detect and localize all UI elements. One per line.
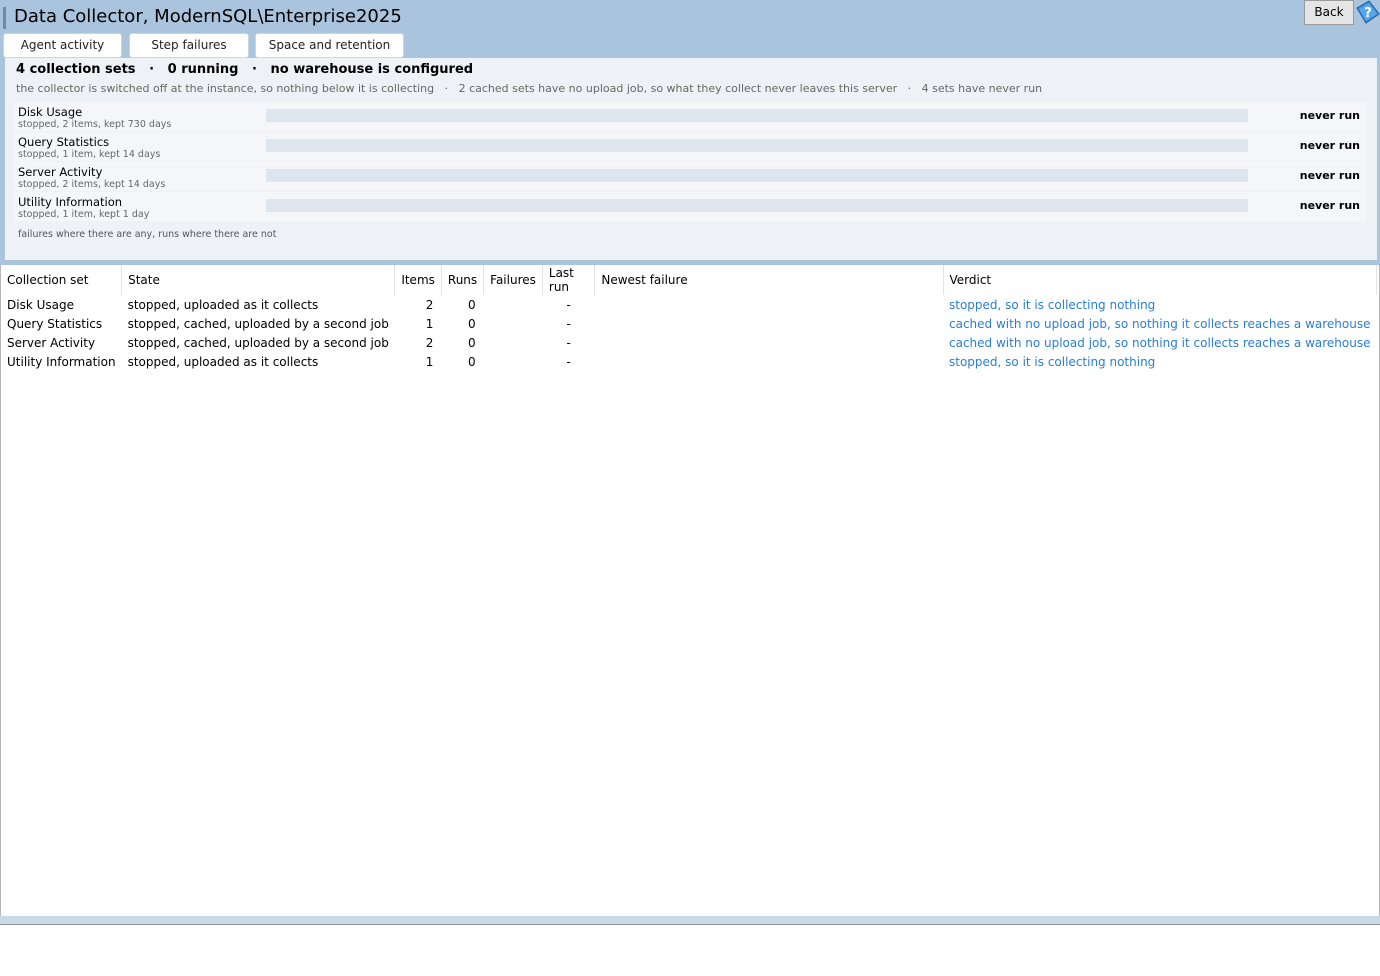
table-row[interactable]: Query Statistics stopped, cached, upload… xyxy=(1,314,1377,333)
set-row: Disk Usage stopped, 2 items, kept 730 da… xyxy=(14,102,1366,131)
set-row: Server Activity stopped, 2 items, kept 1… xyxy=(14,162,1366,191)
summary-headline: 4 collection sets · 0 running · no wareh… xyxy=(16,62,474,77)
set-meta: stopped, 1 item, kept 1 day xyxy=(18,209,150,220)
tab-agent-activity[interactable]: Agent activity xyxy=(3,33,122,58)
set-meta: stopped, 2 items, kept 730 days xyxy=(18,119,172,130)
column-header-newest-failure[interactable]: Newest failure xyxy=(594,265,944,295)
cell-failures xyxy=(484,295,543,314)
cell-newest-failure xyxy=(595,295,943,314)
table-row[interactable]: Utility Information stopped, uploaded as… xyxy=(1,352,1377,371)
activity-bar xyxy=(266,169,1248,182)
set-name: Utility Information xyxy=(18,195,123,209)
column-header-last-run[interactable]: Last run xyxy=(542,265,596,295)
title-accent xyxy=(3,7,6,29)
collection-grid: Collection set State Items Runs Failures… xyxy=(0,265,1380,916)
cell-set: Disk Usage xyxy=(7,297,74,312)
set-name: Server Activity xyxy=(18,165,103,179)
set-name: Query Statistics xyxy=(18,135,110,149)
cell-failures xyxy=(484,352,543,371)
activity-bar xyxy=(266,109,1248,122)
set-row: Utility Information stopped, 1 item, kep… xyxy=(14,192,1366,221)
cell-state: stopped, uploaded as it collects xyxy=(127,354,319,369)
column-header-items[interactable]: Items xyxy=(394,265,442,295)
cell-state: stopped, cached, uploaded by a second jo… xyxy=(127,316,389,331)
summary-subline: the collector is switched off at the ins… xyxy=(16,82,1043,95)
svg-text:?: ? xyxy=(1364,6,1372,21)
header: Data Collector, ModernSQL\Enterprise2025… xyxy=(0,0,1380,265)
cell-newest-failure xyxy=(595,314,943,333)
column-header-runs[interactable]: Runs xyxy=(441,265,485,295)
activity-bar xyxy=(266,139,1248,152)
set-meta: stopped, 2 items, kept 14 days xyxy=(18,179,166,190)
set-row: Query Statistics stopped, 1 item, kept 1… xyxy=(14,132,1366,161)
cell-set: Server Activity xyxy=(7,335,96,350)
cell-state: stopped, cached, uploaded by a second jo… xyxy=(127,335,389,350)
cell-failures xyxy=(484,314,543,333)
cell-items: 2 xyxy=(425,297,434,312)
cell-items: 1 xyxy=(425,316,434,331)
cell-verdict[interactable]: stopped, so it is collecting nothing xyxy=(943,352,1377,371)
cell-last-run: - xyxy=(566,297,571,312)
cell-runs: 0 xyxy=(468,335,476,350)
tab-space-retention[interactable]: Space and retention xyxy=(255,33,404,58)
set-status: never run xyxy=(1299,109,1360,122)
cell-verdict[interactable]: cached with no upload job, so nothing it… xyxy=(943,333,1377,352)
cell-failures xyxy=(484,333,543,352)
set-status: never run xyxy=(1299,139,1360,152)
tab-step-failures[interactable]: Step failures xyxy=(129,33,249,58)
cell-last-run: - xyxy=(566,316,571,331)
window-title: Data Collector, ModernSQL\Enterprise2025 xyxy=(14,6,402,27)
cell-set: Utility Information xyxy=(7,354,116,369)
cell-last-run: - xyxy=(566,335,571,350)
cell-verdict[interactable]: cached with no upload job, so nothing it… xyxy=(943,314,1377,333)
cell-set: Query Statistics xyxy=(7,316,103,331)
table-row[interactable]: Disk Usage stopped, uploaded as it colle… xyxy=(1,295,1377,314)
cell-items: 2 xyxy=(425,335,434,350)
back-button[interactable]: Back xyxy=(1304,0,1354,25)
column-header-failures[interactable]: Failures xyxy=(483,265,543,295)
table-header-row: Collection set State Items Runs Failures… xyxy=(1,265,1377,295)
column-header-state[interactable]: State xyxy=(121,265,396,295)
cell-items: 1 xyxy=(425,354,434,369)
cell-newest-failure xyxy=(595,333,943,352)
summary-panel: 4 collection sets · 0 running · no wareh… xyxy=(5,58,1377,260)
activity-bar xyxy=(266,199,1248,212)
cell-verdict[interactable]: stopped, so it is collecting nothing xyxy=(943,295,1377,314)
help-icon[interactable]: ? xyxy=(1354,0,1380,26)
column-header-verdict[interactable]: Verdict xyxy=(943,265,1377,295)
status-strip xyxy=(0,916,1380,925)
collection-table: Collection set State Items Runs Failures… xyxy=(1,265,1377,371)
cell-last-run: - xyxy=(566,354,571,369)
summary-footnote: failures where there are any, runs where… xyxy=(18,229,277,240)
set-meta: stopped, 1 item, kept 14 days xyxy=(18,149,161,160)
cell-runs: 0 xyxy=(468,316,476,331)
set-status: never run xyxy=(1299,199,1360,212)
cell-runs: 0 xyxy=(468,297,476,312)
cell-newest-failure xyxy=(595,352,943,371)
cell-state: stopped, uploaded as it collects xyxy=(127,297,319,312)
set-status: never run xyxy=(1299,169,1360,182)
column-header-collection-set[interactable]: Collection set xyxy=(1,265,123,295)
table-row[interactable]: Server Activity stopped, cached, uploade… xyxy=(1,333,1377,352)
cell-runs: 0 xyxy=(468,354,476,369)
set-name: Disk Usage xyxy=(18,105,83,119)
